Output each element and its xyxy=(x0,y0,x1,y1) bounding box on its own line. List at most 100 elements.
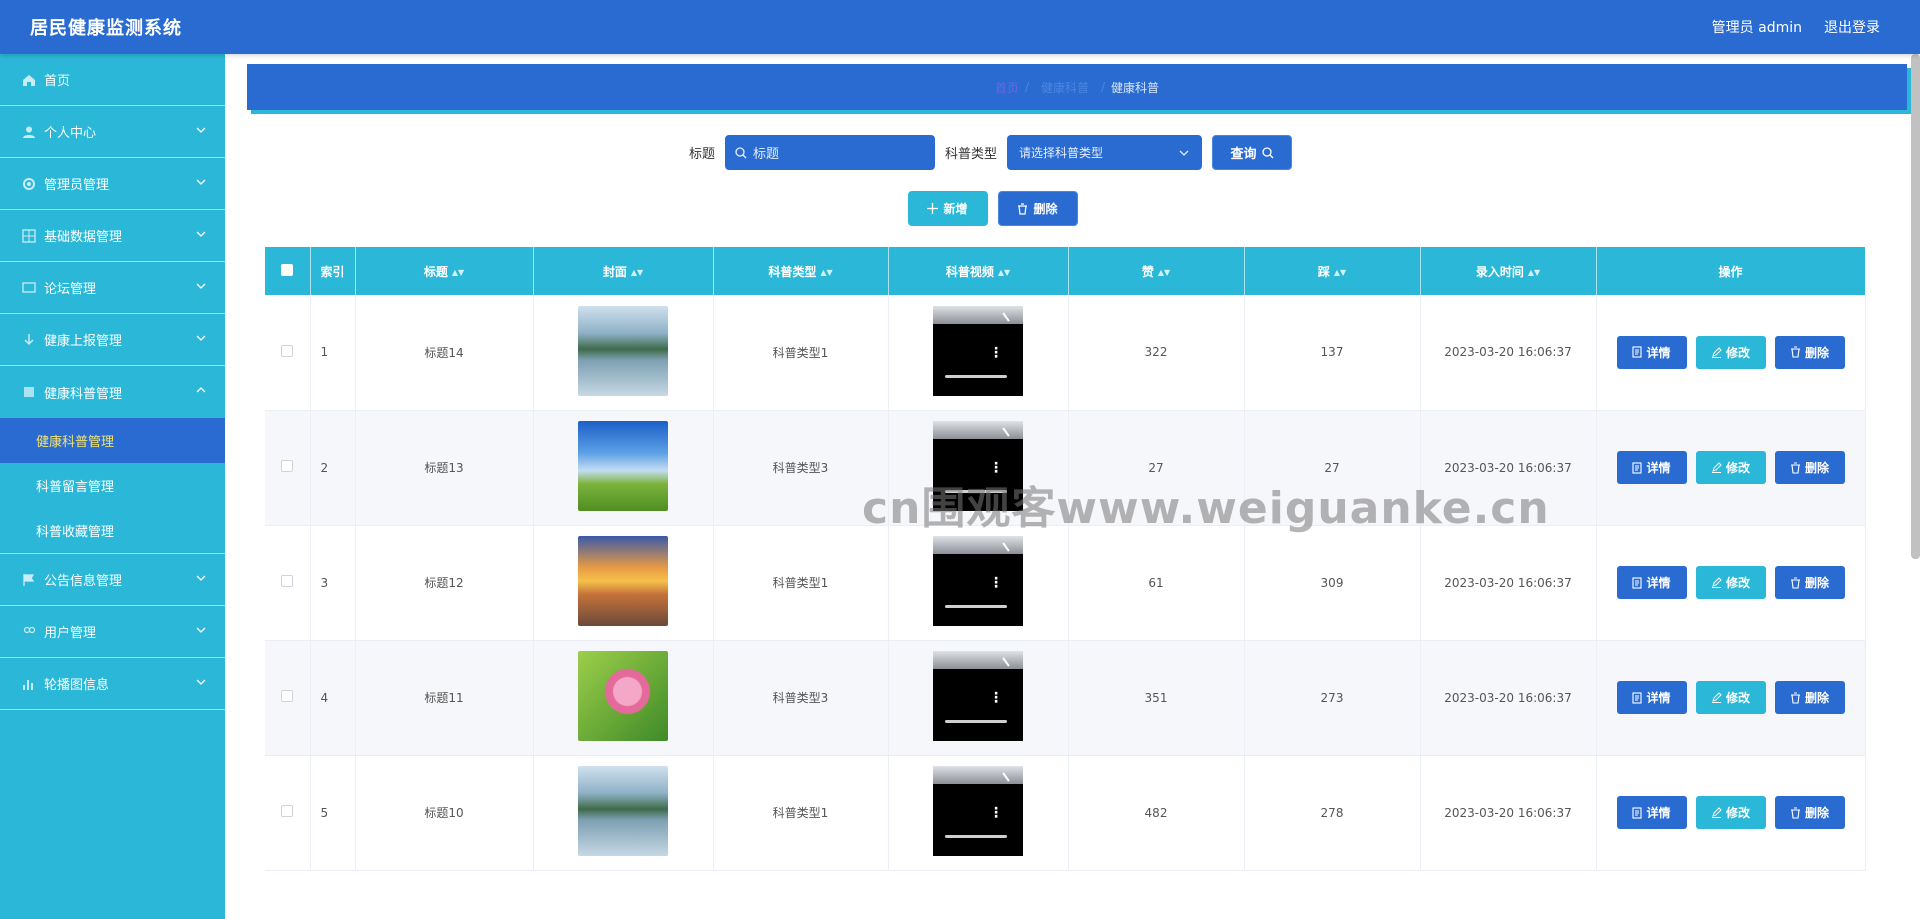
cover-image[interactable] xyxy=(578,305,668,396)
sort-icon[interactable]: ▲▼ xyxy=(1158,268,1170,277)
column-header-video[interactable]: 科普视频 ▲▼ xyxy=(888,247,1069,295)
video-player[interactable]: ⋮ xyxy=(933,536,1023,626)
edit-button[interactable]: 修改 xyxy=(1695,796,1766,829)
row-type: 科普类型3 xyxy=(713,410,889,526)
document-icon xyxy=(1632,576,1643,589)
column-header-type[interactable]: 科普类型 ▲▼ xyxy=(713,247,889,295)
delete-button[interactable]: 删除 xyxy=(1774,335,1845,369)
column-header-cover[interactable]: 封面 ▲▼ xyxy=(533,247,714,295)
row-checkbox[interactable] xyxy=(281,690,294,702)
row-checkbox[interactable] xyxy=(281,805,294,817)
video-player[interactable]: ⋮ xyxy=(933,421,1023,511)
sort-icon[interactable]: ▲▼ xyxy=(452,268,464,277)
delete-button[interactable]: 删除 xyxy=(1774,681,1845,714)
video-player[interactable]: ⋮ xyxy=(933,651,1023,741)
admin-user-label[interactable]: 管理员 admin xyxy=(1712,17,1802,37)
trash-icon xyxy=(1018,202,1028,215)
sort-icon[interactable]: ▲▼ xyxy=(1528,268,1540,277)
row-ops-cell: 详情 修改 删除 xyxy=(1596,755,1866,871)
sidebar-item-label: 公告信息管理 xyxy=(44,574,123,589)
batch-delete-button[interactable]: 删除 xyxy=(997,191,1078,226)
video-progress-bar[interactable] xyxy=(945,490,1007,493)
row-select-cell[interactable] xyxy=(265,755,311,871)
sort-icon[interactable]: ▲▼ xyxy=(631,268,643,277)
edit-icon xyxy=(1711,577,1722,588)
edit-button[interactable]: 修改 xyxy=(1695,566,1766,599)
delete-button[interactable]: 删除 xyxy=(1774,566,1845,599)
vertical-scrollbar[interactable] xyxy=(1911,54,1920,559)
row-video-cell: ⋮ xyxy=(888,295,1069,411)
row-title: 标题11 xyxy=(355,640,534,756)
edit-button-label: 修改 xyxy=(1725,576,1750,590)
row-ops-cell: 详情 修改 删除 xyxy=(1596,525,1866,641)
sort-icon[interactable]: ▲▼ xyxy=(998,268,1010,277)
sidebar-subitem-science-favorites[interactable]: 科普收藏管理 xyxy=(0,508,225,553)
sidebar-item-label: 健康上报管理 xyxy=(44,334,123,349)
detail-button[interactable]: 详情 xyxy=(1616,451,1687,484)
row-cover-cell xyxy=(533,410,714,526)
title-search-input[interactable]: 标题 xyxy=(725,135,935,170)
query-button[interactable]: 查询 xyxy=(1212,135,1293,170)
video-progress-bar[interactable] xyxy=(945,374,1007,378)
row-time: 2023-03-20 16:06:37 xyxy=(1420,755,1597,871)
sidebar-item-health-report[interactable]: 健康上报管理 xyxy=(0,314,225,366)
detail-button-label: 详情 xyxy=(1646,461,1671,475)
video-player[interactable]: ⋮ xyxy=(933,305,1023,396)
detail-button[interactable]: 详情 xyxy=(1616,796,1687,829)
detail-button[interactable]: 详情 xyxy=(1616,335,1687,369)
row-type: 科普类型1 xyxy=(713,525,889,641)
row-title: 标题12 xyxy=(355,525,534,641)
sidebar-item-users[interactable]: 用户管理 xyxy=(0,606,225,658)
row-select-cell[interactable] xyxy=(265,640,311,756)
sort-icon[interactable]: ▲▼ xyxy=(820,268,832,277)
more-vertical-icon[interactable]: ⋮ xyxy=(989,461,1003,475)
video-progress-bar[interactable] xyxy=(945,605,1007,608)
video-progress-bar[interactable] xyxy=(945,835,1007,838)
select-all-checkbox[interactable] xyxy=(281,263,294,276)
column-header-likes[interactable]: 赞 ▲▼ xyxy=(1068,247,1245,295)
edit-button[interactable]: 修改 xyxy=(1695,335,1766,369)
row-checkbox[interactable] xyxy=(281,575,294,587)
breadcrumb-home[interactable]: 首页 xyxy=(995,79,1019,96)
cover-image[interactable] xyxy=(578,766,668,856)
delete-button[interactable]: 删除 xyxy=(1774,451,1845,484)
row-select-cell[interactable] xyxy=(265,525,311,641)
type-select[interactable]: 请选择科普类型 xyxy=(1007,135,1203,170)
row-checkbox[interactable] xyxy=(281,344,294,357)
column-header-time[interactable]: 录入时间 ▲▼ xyxy=(1420,247,1597,295)
row-checkbox[interactable] xyxy=(281,460,294,472)
edit-button[interactable]: 修改 xyxy=(1695,681,1766,714)
detail-button[interactable]: 详情 xyxy=(1616,566,1687,599)
logout-link[interactable]: 退出登录 xyxy=(1824,17,1880,37)
detail-button-label: 详情 xyxy=(1646,806,1671,820)
sidebar-item-carousel[interactable]: 轮播图信息 xyxy=(0,658,225,710)
sidebar-item-announcements[interactable]: 公告信息管理 xyxy=(0,554,225,606)
breadcrumb-middle[interactable]: 健康科普 xyxy=(1041,79,1089,96)
more-vertical-icon[interactable]: ⋮ xyxy=(989,691,1003,705)
row-select-cell[interactable] xyxy=(265,410,311,526)
video-progress-bar[interactable] xyxy=(945,720,1007,723)
sidebar-item-health-science[interactable]: 健康科普管理 xyxy=(0,366,225,418)
cover-image[interactable] xyxy=(578,536,668,626)
add-button[interactable]: 新增 xyxy=(907,191,988,226)
row-select-cell[interactable] xyxy=(265,295,311,411)
edit-button[interactable]: 修改 xyxy=(1695,451,1766,484)
detail-button[interactable]: 详情 xyxy=(1616,681,1687,714)
sidebar-item-home[interactable]: 首页 xyxy=(0,54,225,106)
cover-image[interactable] xyxy=(578,421,668,511)
more-vertical-icon[interactable]: ⋮ xyxy=(989,806,1003,820)
sidebar-subitem-science-manage[interactable]: 健康科普管理 xyxy=(0,418,225,463)
sort-icon[interactable]: ▲▼ xyxy=(1334,268,1346,277)
more-vertical-icon[interactable]: ⋮ xyxy=(989,346,1003,360)
cover-image[interactable] xyxy=(578,651,668,741)
column-header-dislikes[interactable]: 踩 ▲▼ xyxy=(1244,247,1421,295)
video-player[interactable]: ⋮ xyxy=(933,766,1023,856)
column-header-title[interactable]: 标题 ▲▼ xyxy=(355,247,534,295)
sidebar-subitem-science-comments[interactable]: 科普留言管理 xyxy=(0,463,225,508)
row-title: 标题13 xyxy=(355,410,534,526)
more-vertical-icon[interactable]: ⋮ xyxy=(989,576,1003,590)
delete-button[interactable]: 删除 xyxy=(1774,796,1845,829)
select-all-cell[interactable] xyxy=(265,247,311,295)
sidebar-item-forum[interactable]: 论坛管理 xyxy=(0,262,225,314)
breadcrumb: 首页 / 健康科普 / 健康科普 xyxy=(247,64,1907,110)
